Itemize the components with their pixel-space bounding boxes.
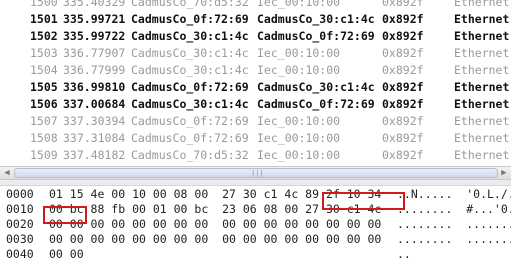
packet-source: CadmusCo_70:d5:32 — [131, 0, 249, 9]
hex-ascii: .. — [397, 247, 411, 261]
packet-source: CadmusCo_70:d5:32 — [131, 148, 249, 162]
packet-row[interactable]: 1500 335.40329 CadmusCo_70:d5:32 Iec_00:10:… — [0, 0, 511, 11]
scrollbar-grip: ||| — [251, 169, 264, 177]
packet-destination: CadmusCo_0f:72:69 — [257, 97, 375, 111]
packet-destination: Iec_00:10:00 — [257, 63, 341, 77]
highlight-box-length — [43, 206, 87, 224]
packet-time: 336.77999 — [63, 63, 126, 77]
packet-row[interactable]: 1506 337.00684 CadmusCo_30:c1:4c CadmusCo_0… — [0, 96, 511, 113]
packet-protocol: 0x892f — [382, 0, 424, 9]
packet-number: 1502 — [30, 29, 58, 43]
scroll-right-arrow-icon[interactable]: ▶ — [499, 168, 509, 178]
packet-time: 335.99722 — [63, 29, 126, 43]
packet-time: 336.99810 — [63, 80, 126, 94]
packet-row[interactable]: 1507 337.30394 CadmusCo_0f:72:69 Iec_00:10:… — [0, 113, 511, 130]
capture-window: 1500 335.40329 CadmusCo_70:d5:32 Iec_00:10:… — [0, 0, 511, 275]
packet-protocol: 0x892f — [382, 80, 424, 94]
packet-number: 1501 — [30, 12, 58, 26]
packet-number: 1500 — [30, 0, 58, 9]
packet-number: 1508 — [30, 131, 58, 145]
hex-bytes: 00 00 00 00 00 00 00 00 00 00 00 00 00 0… — [49, 232, 382, 246]
packet-info: Ethernet — [454, 97, 510, 111]
scroll-left-arrow-icon[interactable]: ◀ — [2, 168, 12, 178]
packet-destination: Iec_00:10:00 — [257, 131, 341, 145]
packet-number: 1509 — [30, 148, 58, 162]
packet-info: Ethernet — [454, 114, 510, 128]
packet-row[interactable]: 1505 336.99810 CadmusCo_0f:72:69 CadmusCo_3… — [0, 79, 511, 96]
packet-protocol: 0x892f — [382, 63, 424, 77]
packet-info: Ethernet — [454, 63, 510, 77]
hex-offset: 0010 — [6, 202, 34, 216]
packet-row[interactable]: 1503 336.77907 CadmusCo_30:c1:4c Iec_00:10:… — [0, 45, 511, 62]
hex-dump-pane[interactable]: 0000 01 15 4e 00 10 00 08 00 27 30 c1 4c … — [0, 186, 511, 275]
packet-time: 337.00684 — [63, 97, 126, 111]
packet-info: Ethernet — [454, 131, 510, 145]
packet-info: Ethernet — [454, 29, 510, 43]
packet-protocol: 0x892f — [382, 114, 424, 128]
hex-ascii: ........ ........ — [397, 217, 511, 231]
hex-bytes: 00 00 00 00 00 00 00 00 00 00 00 00 00 0… — [49, 217, 382, 231]
hex-row[interactable]: 0040 00 00.. — [0, 247, 511, 262]
packet-info: Ethernet — [454, 12, 510, 26]
packet-number: 1504 — [30, 63, 58, 77]
packet-destination: Iec_00:10:00 — [257, 114, 341, 128]
packet-source: CadmusCo_30:c1:4c — [131, 63, 249, 77]
hex-bytes: 00 00 — [49, 247, 84, 261]
hex-offset: 0000 — [6, 187, 34, 201]
hex-offset: 0020 — [6, 217, 34, 231]
packet-info: Ethernet — [454, 0, 510, 9]
hex-ascii: ........ ........ — [397, 232, 511, 246]
packet-row[interactable]: 1504 336.77999 CadmusCo_30:c1:4c Iec_00:10:… — [0, 62, 511, 79]
packet-info: Ethernet — [454, 148, 510, 162]
packet-source: CadmusCo_0f:72:69 — [131, 12, 249, 26]
packet-protocol: 0x892f — [382, 46, 424, 60]
packet-info: Ethernet — [454, 80, 510, 94]
packet-destination: CadmusCo_30:c1:4c — [257, 12, 375, 26]
hex-ascii: ........ #...'0.L — [397, 202, 511, 216]
packet-row[interactable]: 1509 337.48182 CadmusCo_70:d5:32 Iec_00:10:… — [0, 147, 511, 164]
packet-number: 1507 — [30, 114, 58, 128]
packet-source: CadmusCo_0f:72:69 — [131, 131, 249, 145]
packet-protocol: 0x892f — [382, 29, 424, 43]
packet-list[interactable]: 1500 335.40329 CadmusCo_70:d5:32 Iec_00:10:… — [0, 0, 511, 166]
packet-number: 1505 — [30, 80, 58, 94]
packet-number: 1503 — [30, 46, 58, 60]
packet-destination: Iec_00:10:00 — [257, 46, 341, 60]
packet-row[interactable]: 1501 335.99721 CadmusCo_0f:72:69 CadmusCo_3… — [0, 11, 511, 28]
packet-time: 337.31084 — [63, 131, 126, 145]
packet-time: 335.99721 — [63, 12, 126, 26]
packet-source: CadmusCo_0f:72:69 — [131, 114, 249, 128]
highlight-box-ethertype — [322, 192, 405, 210]
packet-number: 1506 — [30, 97, 58, 111]
hex-offset: 0040 — [6, 247, 34, 261]
packet-destination: CadmusCo_0f:72:69 — [257, 29, 375, 43]
packet-time: 337.48182 — [63, 148, 126, 162]
hex-offset: 0030 — [6, 232, 34, 246]
hex-ascii: ..N..... '0.L./.4 — [397, 187, 511, 201]
packet-source: CadmusCo_30:c1:4c — [131, 97, 249, 111]
packet-info: Ethernet — [454, 46, 510, 60]
packet-protocol: 0x892f — [382, 12, 424, 26]
packet-source: CadmusCo_30:c1:4c — [131, 29, 249, 43]
packet-time: 337.30394 — [63, 114, 126, 128]
hex-row[interactable]: 0030 00 00 00 00 00 00 00 00 00 00 00 00 … — [0, 232, 511, 247]
packet-protocol: 0x892f — [382, 97, 424, 111]
packet-row[interactable]: 1502 335.99722 CadmusCo_30:c1:4c CadmusCo_0… — [0, 28, 511, 45]
packet-row[interactable]: 1508 337.31084 CadmusCo_0f:72:69 Iec_00:10:… — [0, 130, 511, 147]
scrollbar-thumb[interactable]: ||| — [14, 168, 498, 178]
packet-source: CadmusCo_30:c1:4c — [131, 46, 249, 60]
hex-row[interactable]: 0000 01 15 4e 00 10 00 08 00 27 30 c1 4c … — [0, 187, 511, 202]
packet-protocol: 0x892f — [382, 131, 424, 145]
packet-time: 335.40329 — [63, 0, 126, 9]
packet-destination: Iec_00:10:00 — [257, 0, 341, 9]
horizontal-scrollbar[interactable]: ◀ ||| ▶ — [0, 166, 511, 180]
packet-protocol: 0x892f — [382, 148, 424, 162]
packet-source: CadmusCo_0f:72:69 — [131, 80, 249, 94]
packet-destination: Iec_00:10:00 — [257, 148, 341, 162]
packet-destination: CadmusCo_30:c1:4c — [257, 80, 375, 94]
packet-time: 336.77907 — [63, 46, 126, 60]
